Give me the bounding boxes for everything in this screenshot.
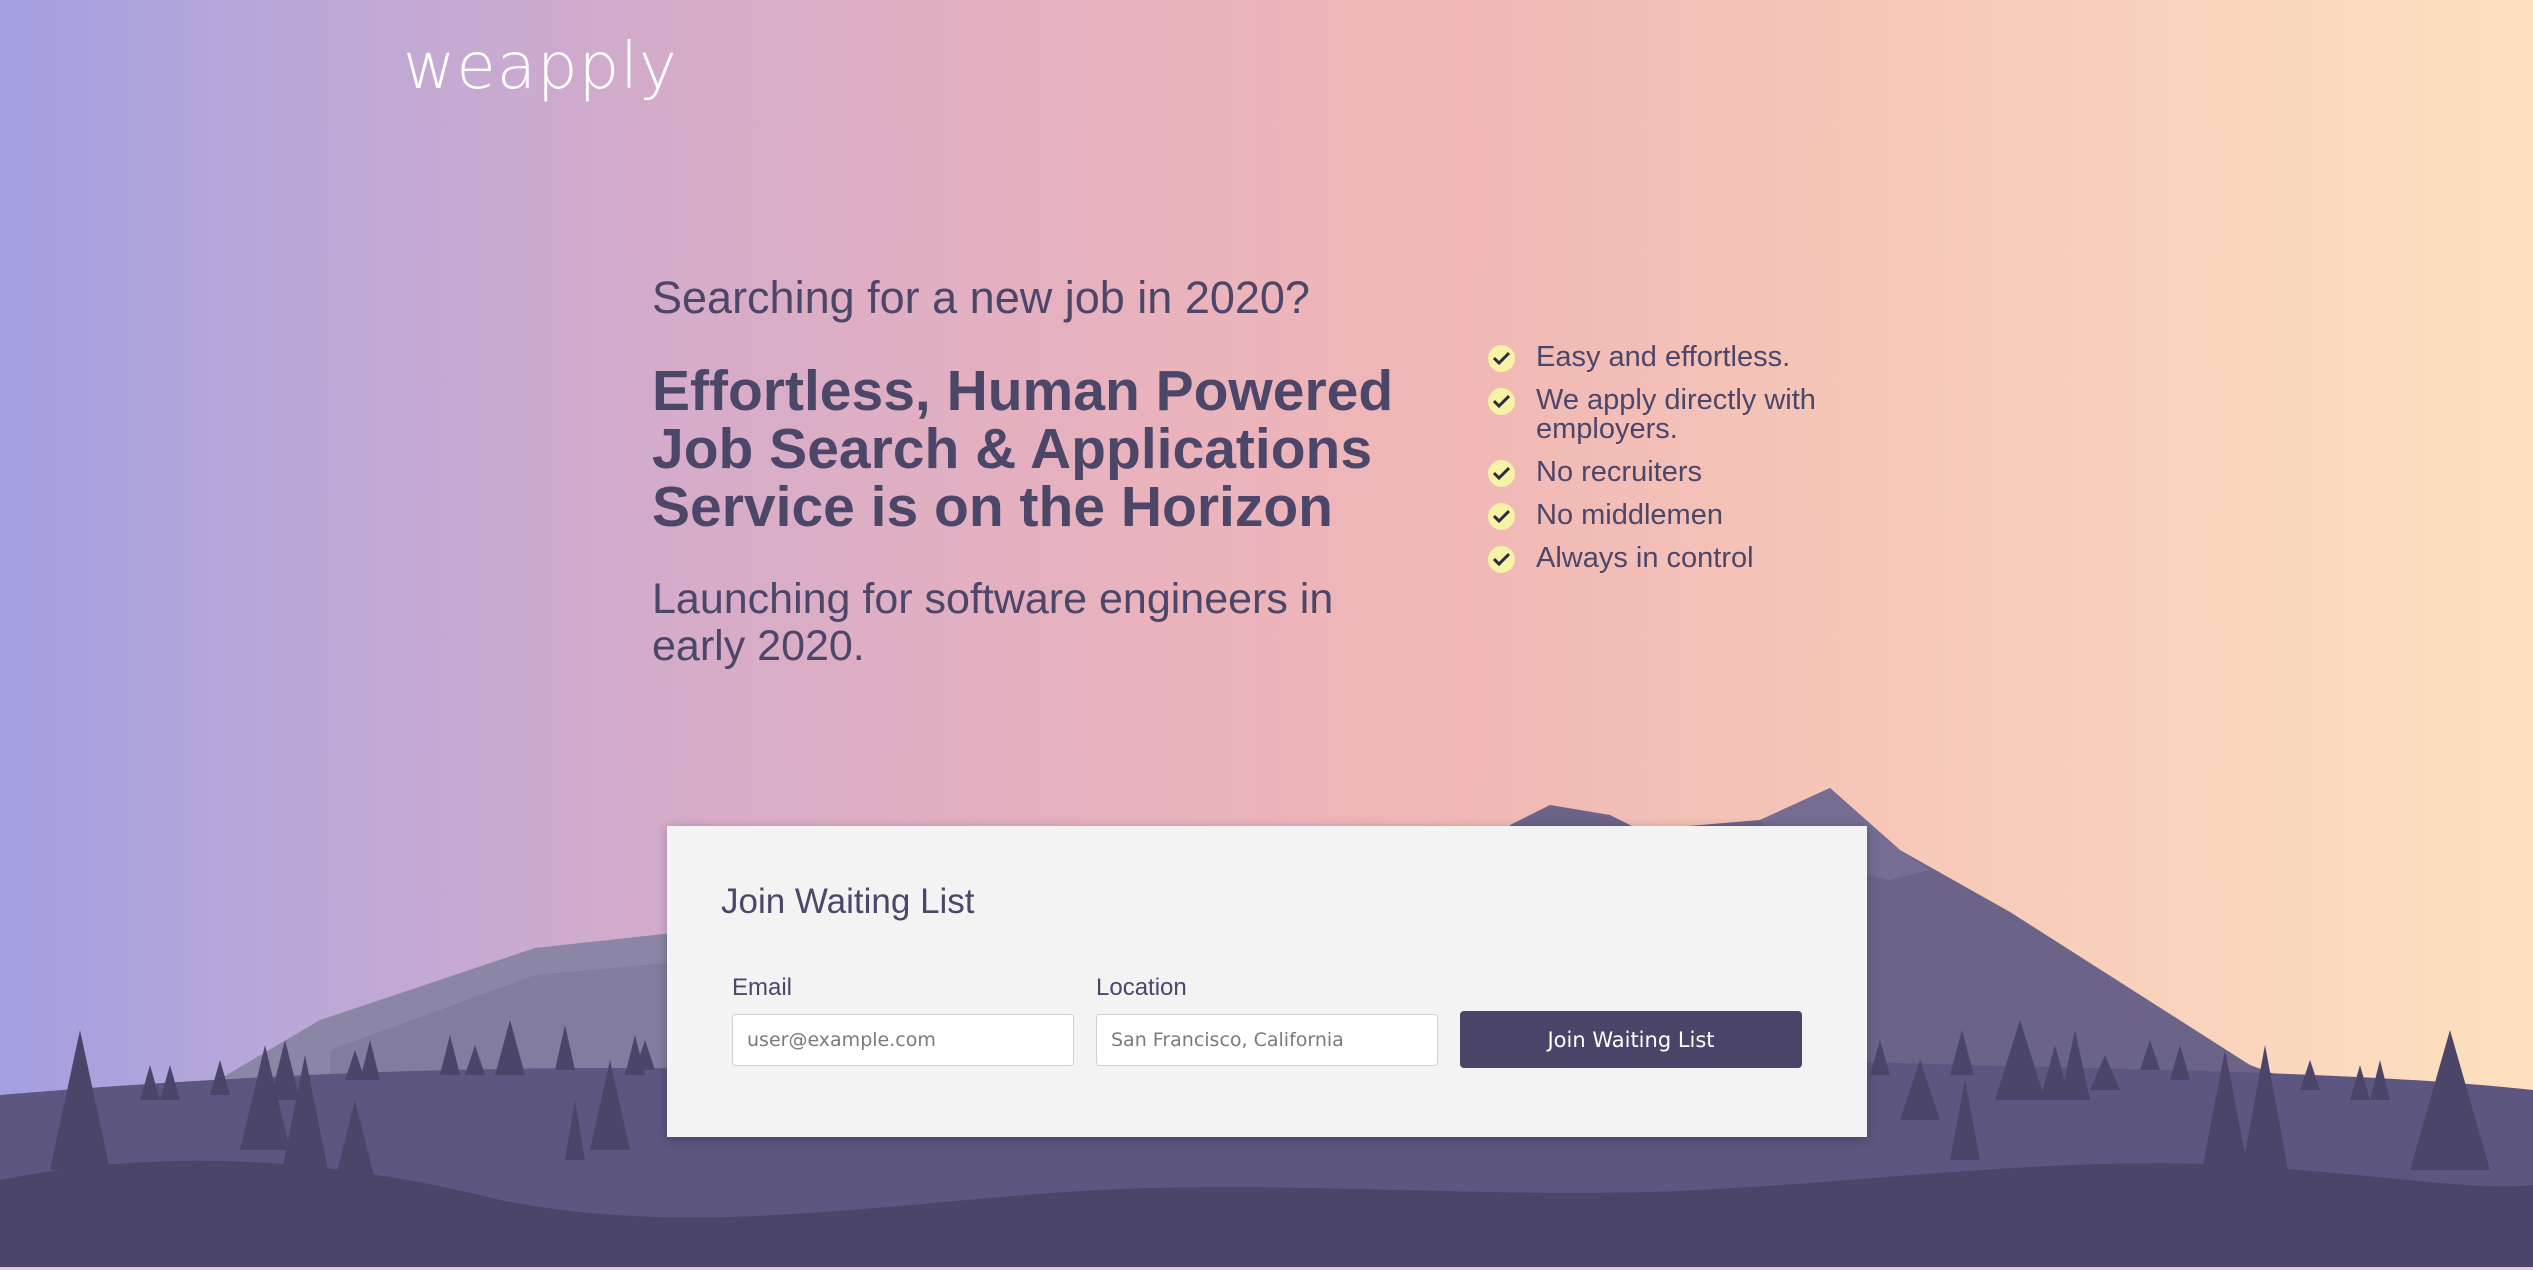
- feature-label: Easy and effortless.: [1536, 341, 1791, 373]
- check-icon: [1488, 345, 1515, 372]
- feature-label: We apply directly with employers.: [1536, 384, 1816, 445]
- check-icon: [1488, 503, 1515, 530]
- hero-subheadline: Launching for software engineers in earl…: [652, 575, 1334, 670]
- landing-page: weapply Searching for a new job in 2020?…: [0, 0, 2533, 1270]
- join-waiting-list-button[interactable]: Join Waiting List: [1460, 1011, 1802, 1068]
- hero-kicker: Searching for a new job in 2020?: [652, 272, 1310, 323]
- feature-label: No recruiters: [1536, 456, 1702, 488]
- feature-label: No middlemen: [1536, 499, 1723, 531]
- email-label: Email: [732, 974, 793, 1001]
- feature-item: Always in control: [1488, 544, 1888, 573]
- check-icon: [1488, 546, 1515, 573]
- feature-item: Easy and effortless.: [1488, 343, 1888, 372]
- waitlist-title: Join Waiting List: [721, 882, 975, 921]
- weapply-logo[interactable]: weapply: [403, 30, 678, 104]
- hero-headline: Effortless, Human Powered Job Search & A…: [652, 359, 1394, 539]
- check-icon: [1488, 460, 1515, 487]
- feature-item: No recruiters: [1488, 458, 1888, 487]
- feature-list: Easy and effortless. We apply directly w…: [1488, 343, 1888, 587]
- location-field[interactable]: [1096, 1014, 1438, 1066]
- feature-item: No middlemen: [1488, 501, 1888, 530]
- hero-section: Searching for a new job in 2020? Effortl…: [652, 272, 1412, 670]
- feature-label: Always in control: [1536, 542, 1754, 574]
- email-field[interactable]: [732, 1014, 1074, 1066]
- location-label: Location: [1096, 974, 1187, 1001]
- feature-item: We apply directly with employers.: [1488, 386, 1888, 444]
- check-icon: [1488, 388, 1515, 415]
- waitlist-card: Join Waiting List Email Location Join Wa…: [667, 826, 1867, 1137]
